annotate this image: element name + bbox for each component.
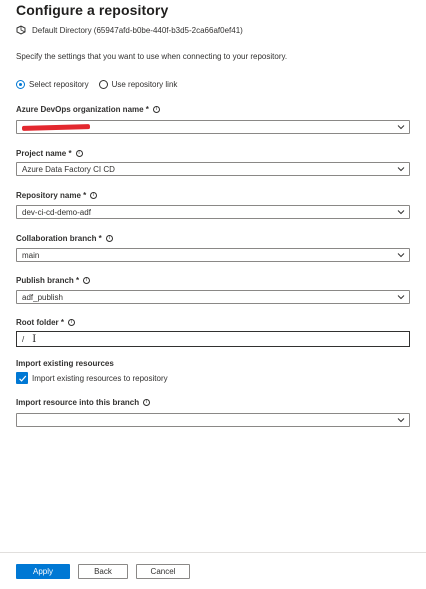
org-name-value: [22, 123, 397, 132]
project-name-label: Project name * i: [16, 149, 83, 158]
directory-name: Default Directory (65947afd-b0be-440f-b3…: [32, 25, 243, 35]
radio-button-checked[interactable]: [16, 80, 25, 89]
import-branch-label: Import resource into this branch i: [16, 398, 151, 407]
chevron-down-icon: [397, 253, 405, 258]
publish-branch-value: adf_publish: [22, 292, 63, 302]
repository-name-dropdown[interactable]: dev-ci-cd-demo-adf: [16, 205, 410, 219]
radio-use-repository-link[interactable]: Use repository link: [98, 80, 178, 89]
field-label-text: Collaboration branch *: [16, 234, 102, 243]
radio-select-repository[interactable]: Select repository: [16, 80, 89, 89]
root-folder-input[interactable]: / I: [16, 331, 410, 347]
back-button[interactable]: Back: [78, 564, 128, 579]
import-existing-checkbox[interactable]: [16, 372, 28, 384]
radio-label: Use repository link: [111, 80, 178, 89]
project-name-value: Azure Data Factory CI CD: [22, 164, 115, 174]
repository-name-value: dev-ci-cd-demo-adf: [22, 207, 91, 217]
text-cursor-icon: I: [32, 333, 37, 345]
import-existing-checkbox-row[interactable]: Import existing resources to repository: [16, 372, 168, 384]
chevron-down-icon: [397, 295, 405, 300]
field-label-text: Azure DevOps organization name *: [16, 105, 149, 114]
repository-name-label: Repository name * i: [16, 191, 98, 200]
chevron-down-icon: [397, 125, 405, 130]
org-name-dropdown[interactable]: [16, 120, 410, 134]
field-label-text: Root folder *: [16, 318, 64, 327]
panel-title: Configure a repository: [16, 2, 169, 18]
panel-description: Specify the settings that you want to us…: [16, 52, 288, 61]
radio-button[interactable]: [98, 80, 108, 89]
org-name-label: Azure DevOps organization name * i: [16, 105, 160, 114]
info-icon[interactable]: i: [83, 277, 91, 284]
cancel-button[interactable]: Cancel: [136, 564, 190, 579]
import-branch-dropdown[interactable]: [16, 413, 410, 427]
root-folder-value: /: [22, 334, 25, 344]
info-icon[interactable]: i: [143, 399, 151, 406]
publish-branch-dropdown[interactable]: adf_publish: [16, 290, 410, 304]
redacted-value-mark: [22, 123, 91, 131]
chevron-down-icon: [397, 167, 405, 172]
root-folder-label: Root folder * i: [16, 318, 75, 327]
field-label-text: Repository name *: [16, 191, 87, 200]
info-icon[interactable]: i: [90, 192, 98, 199]
apply-button[interactable]: Apply: [16, 564, 70, 579]
footer-divider: [0, 552, 426, 553]
publish-branch-label: Publish branch * i: [16, 276, 91, 285]
collaboration-branch-value: main: [22, 250, 40, 260]
chevron-down-icon: [397, 418, 405, 423]
import-existing-checkbox-label: Import existing resources to repository: [32, 373, 168, 383]
field-label-text: Publish branch *: [16, 276, 80, 285]
info-icon[interactable]: i: [105, 235, 113, 242]
field-label-text: Import resource into this branch: [16, 398, 140, 407]
collaboration-branch-label: Collaboration branch * i: [16, 234, 113, 243]
info-icon[interactable]: i: [68, 319, 75, 326]
project-name-dropdown[interactable]: Azure Data Factory CI CD: [16, 162, 410, 176]
field-label-text: Project name *: [16, 149, 72, 158]
repository-mode-radio-group: Select repository Use repository link: [16, 80, 187, 89]
collaboration-branch-dropdown[interactable]: main: [16, 248, 410, 262]
import-existing-heading: Import existing resources: [16, 359, 114, 368]
directory-row: Default Directory (65947afd-b0be-440f-b3…: [16, 25, 243, 35]
chevron-down-icon: [397, 210, 405, 215]
checkmark-icon: [18, 375, 26, 382]
info-icon[interactable]: i: [152, 106, 160, 113]
directory-icon: [16, 25, 26, 35]
info-icon[interactable]: i: [75, 150, 83, 157]
radio-label: Select repository: [29, 80, 89, 89]
